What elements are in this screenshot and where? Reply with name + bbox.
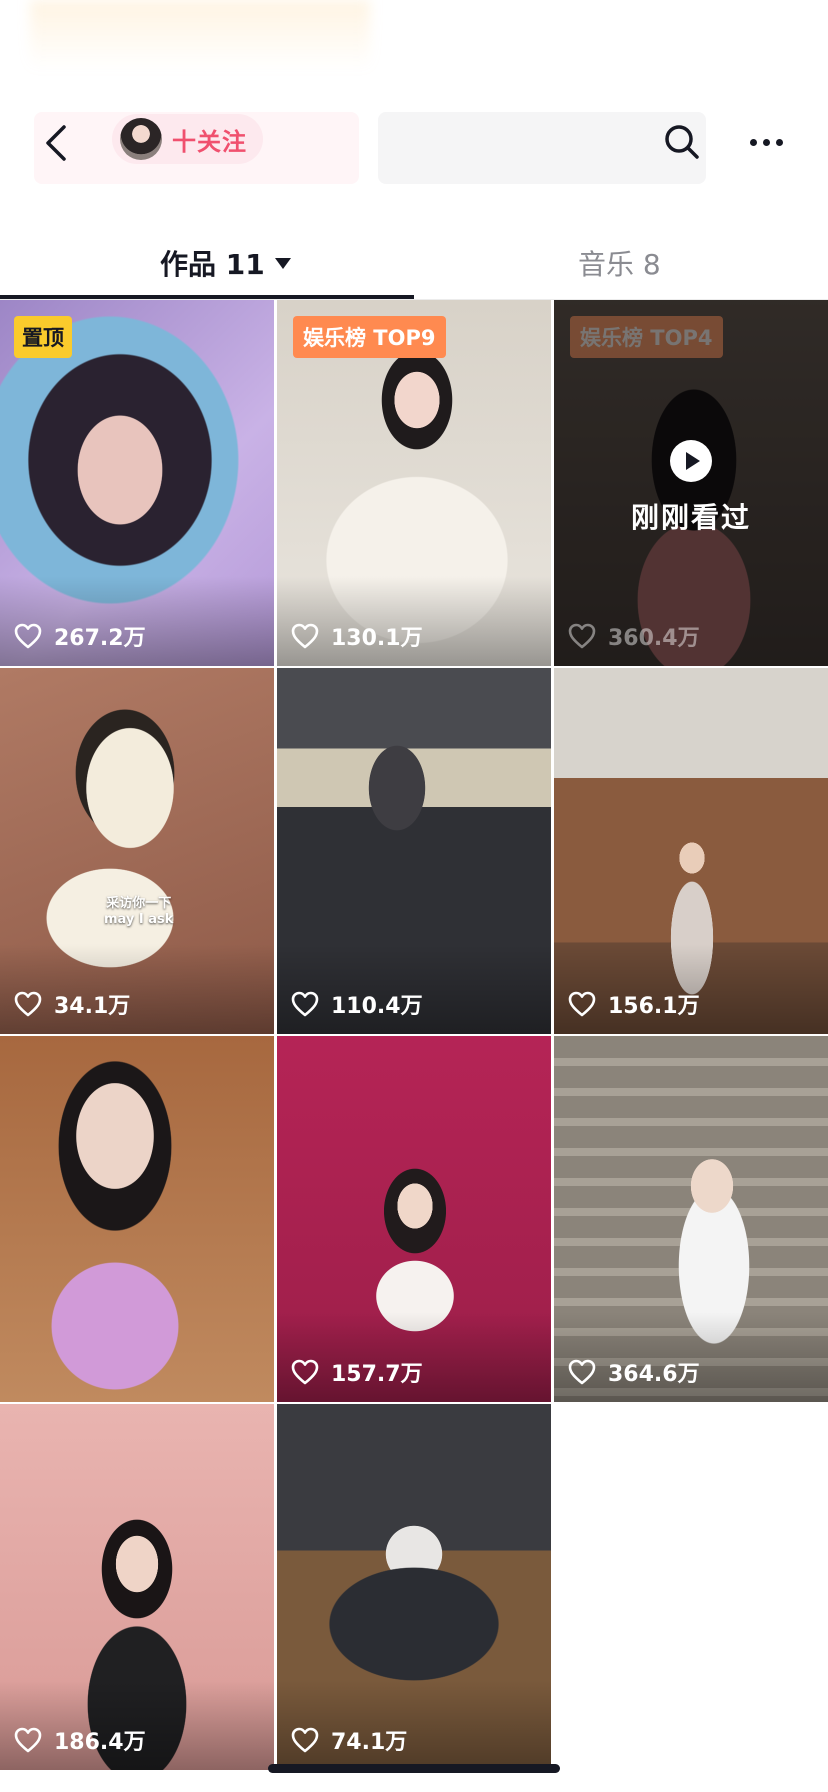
heart-icon [291,991,319,1017]
video-tile[interactable] [0,1036,274,1402]
like-count-text: 34.1万 [54,994,131,1019]
top-bar: 十关注 [0,100,828,190]
heart-icon [291,1359,319,1385]
like-count-text: 74.1万 [331,1730,408,1755]
tab-works-label: 作品 11 [160,248,265,281]
heart-icon [14,623,42,649]
like-count-text: 364.6万 [608,1362,700,1387]
like-count-text: 156.1万 [608,994,700,1019]
like-count: 156.1万 [568,988,700,1020]
heart-icon [291,1727,319,1753]
like-count: 360.4万 [568,620,700,652]
content-tabs: 作品 11 音乐 8 [0,228,828,300]
heart-icon [568,1359,596,1385]
search-icon [665,125,699,159]
chevron-left-icon [46,125,66,161]
like-count-text: 267.2万 [54,626,146,651]
like-count-text: 110.4万 [331,994,423,1019]
heart-icon [14,1727,42,1753]
pinned-badge: 置顶 [14,316,72,358]
like-count: 267.2万 [14,620,146,652]
search-pill-background [378,112,706,184]
tab-music[interactable]: 音乐 8 [578,238,661,288]
play-icon [670,440,712,482]
follow-button[interactable]: 十关注 [112,114,263,164]
heart-icon [568,991,596,1017]
home-indicator[interactable] [268,1764,560,1773]
video-tile[interactable]: 采访你一下 may I ask 34.1万 [0,668,274,1034]
like-count-text: 360.4万 [608,626,700,651]
video-tile[interactable]: 186.4万 [0,1404,274,1770]
recently-watched-label: 刚刚看过 [630,501,751,534]
like-count: 186.4万 [14,1724,146,1756]
video-tile[interactable]: 157.7万 [277,1036,551,1402]
tab-music-label: 音乐 8 [578,248,661,281]
recently-watched: 刚刚看过 [554,440,828,536]
like-count-text: 130.1万 [331,626,423,651]
heart-icon [568,623,596,649]
like-count-text: 186.4万 [54,1730,146,1755]
sticker-line: 采访你一下 [106,896,172,911]
rank-badge: 娱乐榜 TOP9 [293,316,446,358]
search-button[interactable] [660,120,704,164]
video-tile[interactable]: 110.4万 [277,668,551,1034]
tab-works[interactable]: 作品 11 [160,238,291,288]
heart-icon [14,991,42,1017]
like-count: 364.6万 [568,1356,700,1388]
back-button[interactable] [36,118,76,168]
sticker-line: may I ask [104,912,174,927]
video-tile[interactable]: 置顶 267.2万 [0,300,274,666]
caret-down-icon [274,257,291,269]
video-tile[interactable]: 娱乐榜 TOP4 刚刚看过 360.4万 [554,300,828,666]
avatar[interactable] [120,118,162,160]
video-tile[interactable]: 娱乐榜 TOP9 130.1万 [277,300,551,666]
video-sticker-text: 采访你一下 may I ask [104,896,173,928]
like-count: 157.7万 [291,1356,423,1388]
video-tile[interactable]: 74.1万 [277,1404,551,1770]
more-dot [775,138,783,146]
faded-header-background [30,0,370,70]
video-tile[interactable]: 156.1万 [554,668,828,1034]
video-tile[interactable]: 364.6万 [554,1036,828,1402]
more-dots-icon [749,138,757,146]
follow-label: 十关注 [172,127,247,156]
like-count: 34.1万 [14,988,130,1020]
more-options-button[interactable] [742,120,790,164]
video-thumbnail [0,1036,274,1402]
like-count: 110.4万 [291,988,423,1020]
like-count: 130.1万 [291,620,423,652]
heart-icon [291,623,319,649]
rank-badge: 娱乐榜 TOP4 [570,316,723,358]
like-count: 74.1万 [291,1724,407,1756]
like-count-text: 157.7万 [331,1362,423,1387]
more-dot [762,138,770,146]
